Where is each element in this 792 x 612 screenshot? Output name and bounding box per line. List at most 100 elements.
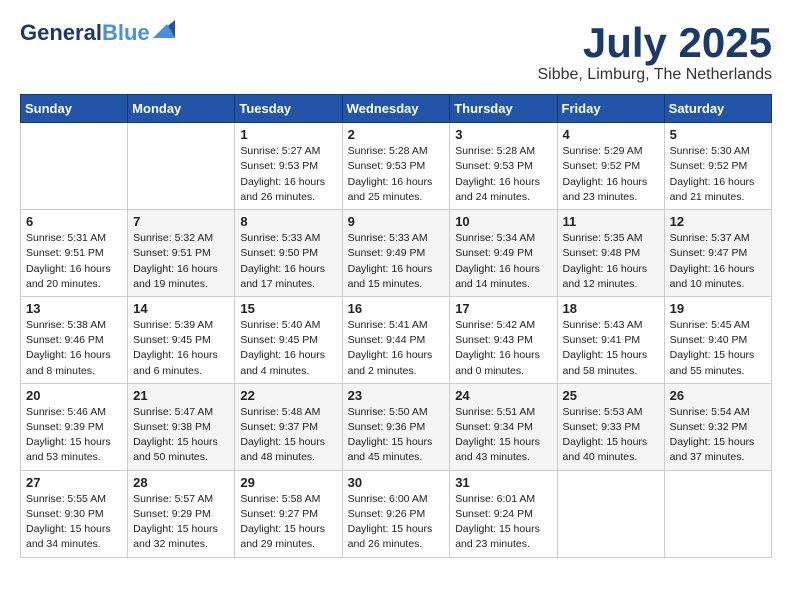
day-number: 9 [348,214,445,229]
day-number: 1 [240,127,336,142]
day-number: 7 [133,214,229,229]
day-info: Sunrise: 5:45 AM Sunset: 9:40 PM Dayligh… [670,318,766,379]
day-number: 6 [26,214,122,229]
calendar-week-4: 20Sunrise: 5:46 AM Sunset: 9:39 PM Dayli… [21,383,772,470]
day-number: 10 [455,214,551,229]
page-header: GeneralBlue July 2025 Sibbe, Limburg, Th… [20,20,772,84]
calendar-table: SundayMondayTuesdayWednesdayThursdayFrid… [20,94,772,557]
calendar-week-1: 1 Sunrise: 5:27 AM Sunset: 9:53 PM Daylig… [21,123,772,210]
day-number: 19 [670,301,766,316]
day-info: Sunrise: 5:43 AM Sunset: 9:41 PM Dayligh… [563,318,659,379]
calendar-cell: 31 Sunrise: 6:01 AM Sunset: 9:24 PM Dayli… [450,470,557,557]
calendar-cell: 6Sunrise: 5:31 AM Sunset: 9:51 PM Daylig… [21,210,128,297]
day-number: 20 [26,388,122,403]
calendar-week-3: 13 Sunrise: 5:38 AM Sunset: 9:46 PM Dayli… [21,296,772,383]
day-info: Sunrise: 5:57 AM Sunset: 9:29 PM Dayligh… [133,492,229,553]
weekday-header-monday: Monday [128,95,235,123]
calendar-cell: 19 Sunrise: 5:45 AM Sunset: 9:40 PM Dayli… [664,296,771,383]
day-number: 11 [563,214,659,229]
day-info: Sunrise: 5:51 AM Sunset: 9:34 PM Dayligh… [455,405,551,466]
day-info: Sunrise: 5:58 AM Sunset: 9:27 PM Dayligh… [240,492,336,553]
calendar-cell: 13 Sunrise: 5:38 AM Sunset: 9:46 PM Dayli… [21,296,128,383]
day-number: 18 [563,301,659,316]
day-info: Sunrise: 5:41 AM Sunset: 9:44 PM Dayligh… [348,318,445,379]
day-number: 12 [670,214,766,229]
weekday-header-tuesday: Tuesday [235,95,342,123]
weekday-header-friday: Friday [557,95,664,123]
day-info: Sunrise: 5:33 AM Sunset: 9:50 PM Dayligh… [240,231,336,292]
day-number: 28 [133,475,229,490]
day-info: Sunrise: 5:28 AM Sunset: 9:53 PM Dayligh… [455,144,551,205]
calendar-cell: 2Sunrise: 5:28 AM Sunset: 9:53 PM Daylig… [342,123,450,210]
day-number: 27 [26,475,122,490]
day-info: Sunrise: 5:35 AM Sunset: 9:48 PM Dayligh… [563,231,659,292]
calendar-cell: 21 Sunrise: 5:47 AM Sunset: 9:38 PM Dayli… [128,383,235,470]
day-number: 25 [563,388,659,403]
calendar-cell [128,123,235,210]
day-number: 24 [455,388,551,403]
calendar-cell: 24 Sunrise: 5:51 AM Sunset: 9:34 PM Dayli… [450,383,557,470]
calendar-week-5: 27 Sunrise: 5:55 AM Sunset: 9:30 PM Dayli… [21,470,772,557]
day-info: Sunrise: 5:30 AM Sunset: 9:52 PM Dayligh… [670,144,766,205]
day-info: Sunrise: 5:54 AM Sunset: 9:32 PM Dayligh… [670,405,766,466]
day-info: Sunrise: 6:01 AM Sunset: 9:24 PM Dayligh… [455,492,551,553]
day-info: Sunrise: 5:53 AM Sunset: 9:33 PM Dayligh… [563,405,659,466]
day-number: 4 [563,127,659,142]
calendar-cell: 20Sunrise: 5:46 AM Sunset: 9:39 PM Dayli… [21,383,128,470]
title-block: July 2025 Sibbe, Limburg, The Netherland… [537,20,772,84]
day-number: 30 [348,475,445,490]
day-number: 5 [670,127,766,142]
day-info: Sunrise: 5:47 AM Sunset: 9:38 PM Dayligh… [133,405,229,466]
day-info: Sunrise: 5:38 AM Sunset: 9:46 PM Dayligh… [26,318,122,379]
calendar-cell: 27 Sunrise: 5:55 AM Sunset: 9:30 PM Dayli… [21,470,128,557]
day-number: 8 [240,214,336,229]
calendar-cell: 26Sunrise: 5:54 AM Sunset: 9:32 PM Dayli… [664,383,771,470]
day-info: Sunrise: 5:39 AM Sunset: 9:45 PM Dayligh… [133,318,229,379]
day-info: Sunrise: 5:33 AM Sunset: 9:49 PM Dayligh… [348,231,445,292]
day-number: 14 [133,301,229,316]
calendar-cell: 25 Sunrise: 5:53 AM Sunset: 9:33 PM Dayli… [557,383,664,470]
day-info: Sunrise: 5:27 AM Sunset: 9:53 PM Dayligh… [240,144,336,205]
calendar-cell: 18 Sunrise: 5:43 AM Sunset: 9:41 PM Dayli… [557,296,664,383]
calendar-cell: 30Sunrise: 6:00 AM Sunset: 9:26 PM Dayli… [342,470,450,557]
calendar-cell [557,470,664,557]
day-number: 15 [240,301,336,316]
calendar-cell [21,123,128,210]
month-title: July 2025 [537,20,772,66]
calendar-cell: 8 Sunrise: 5:33 AM Sunset: 9:50 PM Daylig… [235,210,342,297]
calendar-cell: 14 Sunrise: 5:39 AM Sunset: 9:45 PM Dayli… [128,296,235,383]
day-info: Sunrise: 5:29 AM Sunset: 9:52 PM Dayligh… [563,144,659,205]
calendar-cell: 11 Sunrise: 5:35 AM Sunset: 9:48 PM Dayli… [557,210,664,297]
day-info: Sunrise: 5:37 AM Sunset: 9:47 PM Dayligh… [670,231,766,292]
day-number: 22 [240,388,336,403]
calendar-cell: 17 Sunrise: 5:42 AM Sunset: 9:43 PM Dayli… [450,296,557,383]
day-number: 29 [240,475,336,490]
day-number: 21 [133,388,229,403]
calendar-cell: 23 Sunrise: 5:50 AM Sunset: 9:36 PM Dayli… [342,383,450,470]
logo-icon [153,20,175,38]
weekday-header-saturday: Saturday [664,95,771,123]
day-number: 23 [348,388,445,403]
day-info: Sunrise: 5:42 AM Sunset: 9:43 PM Dayligh… [455,318,551,379]
calendar-week-2: 6Sunrise: 5:31 AM Sunset: 9:51 PM Daylig… [21,210,772,297]
day-number: 17 [455,301,551,316]
day-info: Sunrise: 5:48 AM Sunset: 9:37 PM Dayligh… [240,405,336,466]
calendar-cell: 29 Sunrise: 5:58 AM Sunset: 9:27 PM Dayli… [235,470,342,557]
calendar-cell: 22 Sunrise: 5:48 AM Sunset: 9:37 PM Dayli… [235,383,342,470]
calendar-cell: 4 Sunrise: 5:29 AM Sunset: 9:52 PM Daylig… [557,123,664,210]
day-number: 31 [455,475,551,490]
calendar-cell: 12 Sunrise: 5:37 AM Sunset: 9:47 PM Dayli… [664,210,771,297]
day-number: 13 [26,301,122,316]
calendar-cell [664,470,771,557]
calendar-cell: 16Sunrise: 5:41 AM Sunset: 9:44 PM Dayli… [342,296,450,383]
day-info: Sunrise: 5:40 AM Sunset: 9:45 PM Dayligh… [240,318,336,379]
day-number: 3 [455,127,551,142]
day-info: Sunrise: 5:55 AM Sunset: 9:30 PM Dayligh… [26,492,122,553]
calendar-cell: 1 Sunrise: 5:27 AM Sunset: 9:53 PM Daylig… [235,123,342,210]
weekday-header-row: SundayMondayTuesdayWednesdayThursdayFrid… [21,95,772,123]
calendar-cell: 10Sunrise: 5:34 AM Sunset: 9:49 PM Dayli… [450,210,557,297]
calendar-cell: 9 Sunrise: 5:33 AM Sunset: 9:49 PM Daylig… [342,210,450,297]
calendar-cell: 15 Sunrise: 5:40 AM Sunset: 9:45 PM Dayli… [235,296,342,383]
logo: GeneralBlue [20,20,175,46]
day-info: Sunrise: 5:50 AM Sunset: 9:36 PM Dayligh… [348,405,445,466]
